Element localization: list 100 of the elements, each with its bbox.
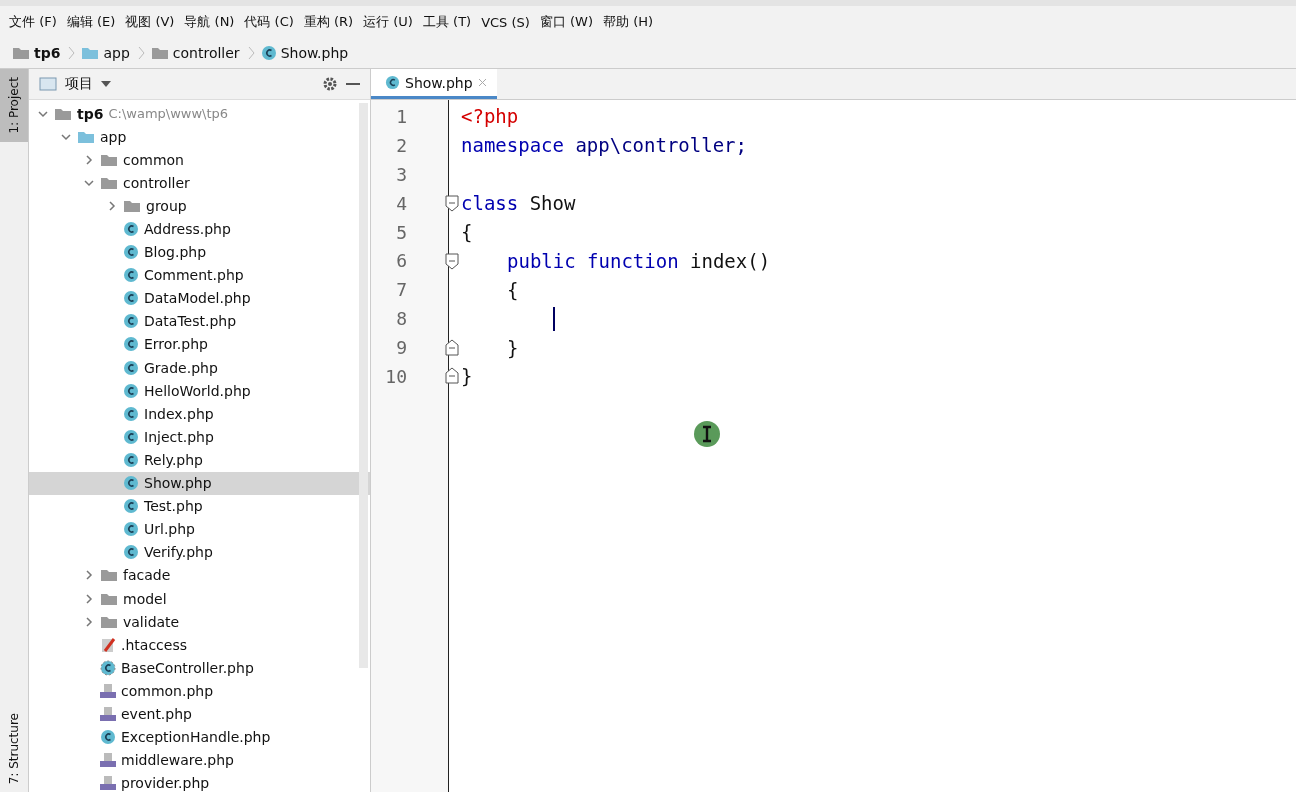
- line-number: 3: [395, 163, 407, 185]
- menu-item[interactable]: 导航 (N): [184, 13, 235, 31]
- class-icon: [123, 451, 139, 468]
- file-name: middleware.php: [121, 752, 234, 769]
- file-name: common.php: [121, 682, 214, 699]
- folder-icon: [81, 46, 100, 60]
- menu-item[interactable]: 视图 (V): [125, 13, 175, 31]
- tree-item[interactable]: ExceptionHandle.php: [29, 725, 370, 749]
- tree-item[interactable]: event.php: [29, 702, 370, 726]
- file-name: common: [123, 151, 184, 168]
- tree-item[interactable]: app: [29, 125, 370, 149]
- menu-item[interactable]: 运行 (U): [363, 13, 413, 31]
- tree-item[interactable]: Url.php: [29, 517, 370, 541]
- tree-item[interactable]: common: [29, 148, 370, 172]
- project-tool-tab[interactable]: 1: Project: [0, 69, 28, 142]
- tree-item[interactable]: model: [29, 586, 370, 611]
- menu-item[interactable]: 工具 (T): [422, 13, 472, 31]
- menu-item[interactable]: 重构 (R): [303, 13, 354, 31]
- folder-icon: [54, 106, 72, 121]
- tree-item[interactable]: common.php: [29, 679, 370, 703]
- fold-marker-icon[interactable]: [445, 194, 459, 213]
- tree-item[interactable]: Index.php: [29, 402, 370, 426]
- menu-item[interactable]: 代码 (C): [244, 13, 294, 31]
- file-name: ExceptionHandle.php: [121, 729, 271, 746]
- fold-marker-icon[interactable]: [445, 367, 459, 386]
- settings-icon[interactable]: [322, 76, 338, 92]
- class-icon: [123, 290, 139, 307]
- code-line: }: [461, 365, 473, 388]
- file-name: Comment.php: [144, 267, 244, 284]
- menu-item[interactable]: 帮助 (H): [603, 13, 654, 31]
- folder-icon: [123, 198, 141, 213]
- tree-item[interactable]: Verify.php: [29, 540, 370, 564]
- file-name: Inject.php: [144, 428, 214, 445]
- breadcrumb-item[interactable]: Show.php: [280, 45, 349, 61]
- file-name: HelloWorld.php: [144, 382, 251, 399]
- tree-item[interactable]: facade: [29, 563, 370, 587]
- code-line: namespace app\controller;: [461, 134, 747, 157]
- tree-item[interactable]: controller: [29, 171, 370, 195]
- folder-icon: [100, 568, 118, 583]
- line-number: 8: [395, 308, 407, 330]
- class-icon: [123, 359, 139, 376]
- class-icon: [385, 75, 400, 90]
- php-file-icon: [100, 752, 116, 769]
- breadcrumb-item[interactable]: app: [103, 45, 130, 61]
- tree-item[interactable]: DataModel.php: [29, 286, 370, 310]
- file-name: provider.php: [121, 775, 210, 792]
- file-name: controller: [123, 174, 190, 191]
- tree-item[interactable]: Show.php: [29, 471, 370, 495]
- fold-marker-icon[interactable]: [445, 338, 459, 357]
- breadcrumb-item[interactable]: tp6: [34, 45, 61, 61]
- tree-item[interactable]: middleware.php: [29, 748, 370, 772]
- class-icon: [123, 313, 139, 330]
- scrollbar[interactable]: [359, 103, 368, 668]
- tree-item[interactable]: Comment.php: [29, 263, 370, 287]
- breadcrumb-item[interactable]: controller: [172, 45, 240, 61]
- line-number: 2: [395, 134, 407, 156]
- tree-item[interactable]: provider.php: [29, 771, 370, 792]
- tree-item[interactable]: DataTest.php: [29, 309, 370, 333]
- tree-item[interactable]: validate: [29, 610, 370, 634]
- file-name: Index.php: [144, 405, 214, 422]
- file-name: BaseController.php: [121, 659, 254, 676]
- class-icon: [123, 267, 139, 284]
- tree-item[interactable]: Blog.php: [29, 240, 370, 264]
- line-number: 1: [395, 105, 407, 127]
- menu-item[interactable]: VCS (S): [481, 14, 530, 30]
- menu-item[interactable]: 窗口 (W): [539, 13, 594, 31]
- tree-item[interactable]: tp6 C:\wamp\www\tp6: [29, 102, 370, 126]
- editor-tab[interactable]: Show.php: [371, 69, 497, 99]
- tree-item[interactable]: Error.php: [29, 332, 370, 357]
- panel-title[interactable]: 项目: [65, 75, 93, 93]
- chevron-icon: [106, 199, 118, 212]
- line-number: 7: [395, 279, 407, 301]
- chevron-icon: [83, 615, 95, 628]
- fold-marker-icon[interactable]: [445, 251, 459, 270]
- mouse-cursor-icon: [693, 420, 721, 448]
- dropdown-icon[interactable]: [101, 81, 111, 87]
- file-name: event.php: [121, 706, 192, 722]
- structure-tool-tab[interactable]: 7: Structure: [0, 704, 28, 792]
- tree-item[interactable]: Address.php: [29, 217, 370, 241]
- class-icon: [123, 221, 139, 237]
- class-icon: [100, 659, 116, 676]
- tree-item[interactable]: Rely.php: [29, 448, 370, 472]
- tree-item[interactable]: Test.php: [29, 494, 370, 518]
- tree-item[interactable]: Grade.php: [29, 356, 370, 380]
- file-name: DataTest.php: [144, 313, 237, 330]
- minimize-icon[interactable]: [346, 82, 360, 86]
- code-line: public function index(): [507, 249, 771, 272]
- menu-item[interactable]: 文件 (F): [9, 13, 57, 31]
- menu-item[interactable]: 编辑 (E): [66, 13, 116, 31]
- line-number: 10: [384, 365, 407, 387]
- chevron-icon: [68, 45, 76, 61]
- file-name: tp6: [77, 105, 104, 122]
- file-name: facade: [123, 567, 171, 584]
- tree-item[interactable]: BaseController.php: [29, 656, 370, 680]
- tree-item[interactable]: .htaccess: [29, 633, 370, 657]
- folder-icon: [100, 175, 118, 190]
- code-line: <?php: [461, 105, 519, 128]
- tree-item[interactable]: group: [29, 194, 370, 218]
- tree-item[interactable]: Inject.php: [29, 425, 370, 449]
- tree-item[interactable]: HelloWorld.php: [29, 379, 370, 403]
